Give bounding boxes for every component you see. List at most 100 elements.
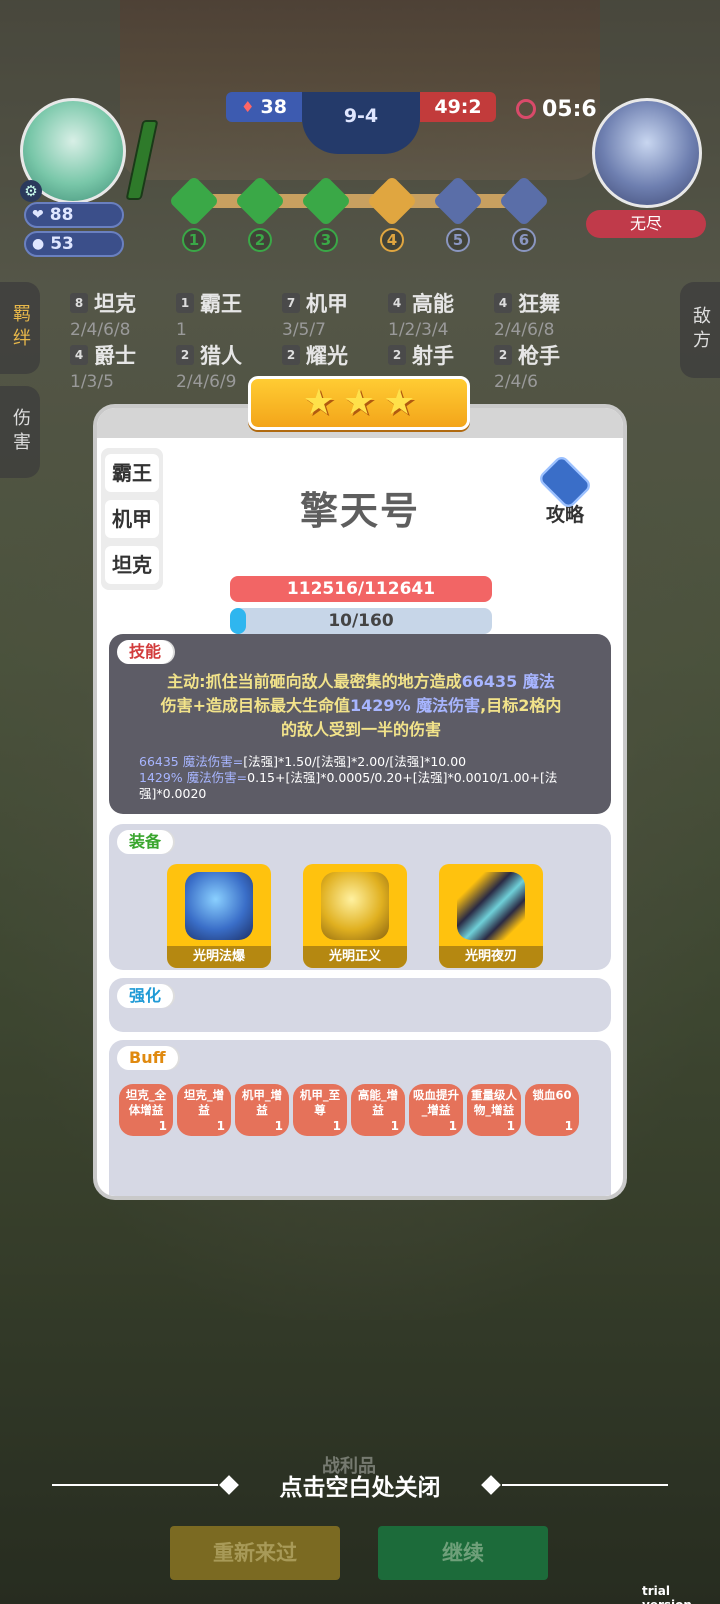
- skill-desc-text: 主动:抓住当前砸向敌人最密集的地方造成: [167, 672, 462, 691]
- buff-chip[interactable]: 坦克_增益 1: [177, 1084, 231, 1136]
- heart-icon: ❤: [32, 207, 44, 223]
- trait-item[interactable]: 1 霸王 1: [176, 288, 242, 340]
- trait-item[interactable]: 2 耀光: [282, 340, 348, 372]
- star-rating: ★ ★ ★: [248, 376, 470, 430]
- trait-levels: 2/4/6/8: [70, 320, 131, 340]
- trait-count: 4: [70, 345, 88, 365]
- guide-button[interactable]: 攻略: [535, 453, 595, 527]
- skill-desc-text: 伤害+造成目标最大生命值: [160, 696, 351, 715]
- trait-name: 机甲: [306, 292, 348, 316]
- trait-item[interactable]: 2 猎人 2/4/6/9: [176, 340, 242, 392]
- trait-count: 2: [176, 345, 194, 365]
- buff-count: 1: [158, 1119, 167, 1133]
- trait-count: 8: [70, 293, 88, 313]
- equipment-item[interactable]: 光明法爆: [167, 864, 271, 968]
- stage-number: 3: [314, 228, 338, 252]
- buff-title: Buff: [117, 1046, 178, 1070]
- trait-count: 4: [494, 293, 512, 313]
- trait-name: 坦克: [94, 292, 136, 316]
- tab-enemy[interactable]: 敌方: [680, 282, 720, 378]
- skill-section: 技能 主动:抓住当前砸向敌人最密集的地方造成66435 魔法 伤害+造成目标最大…: [109, 634, 611, 814]
- buff-count: 1: [332, 1119, 341, 1133]
- round-timer: 05:6: [516, 94, 597, 124]
- buff-label: 益: [372, 1103, 384, 1117]
- buff-count: 1: [564, 1119, 573, 1133]
- player-hp-value: 88: [49, 205, 74, 225]
- buff-label: 坦克_增: [183, 1088, 225, 1102]
- unit-detail-modal: 霸王 机甲 坦克 擎天号 攻略 112516/112641 10/160 技能 …: [93, 404, 627, 1200]
- trait-item[interactable]: 2 射手: [388, 340, 454, 372]
- enhance-section: 强化: [109, 978, 611, 1032]
- buff-label: 机甲_增: [241, 1088, 283, 1102]
- formula-label: 66435 魔法伤害=: [139, 754, 244, 769]
- player-gold-pill: ● 53: [24, 231, 124, 257]
- round-indicator: 9-4: [302, 92, 420, 154]
- buff-label: 益: [198, 1103, 210, 1117]
- equipment-name: 光明夜刃: [439, 946, 543, 968]
- trait-item[interactable]: 4 爵士 1/3/5: [70, 340, 136, 392]
- equipment-name: 光明法爆: [167, 946, 271, 968]
- equipment-item[interactable]: 光明夜刃: [439, 864, 543, 968]
- buff-count: 1: [506, 1119, 515, 1133]
- equipment-section: 装备 光明法爆 光明正义 光明夜刃: [109, 824, 611, 970]
- skill-desc-text: 的敌人受到一半的伤害: [280, 720, 441, 739]
- trait-item[interactable]: 4 高能 1/2/3/4: [388, 288, 454, 340]
- trait-count: 2: [388, 345, 406, 365]
- trait-levels: 1: [176, 320, 187, 340]
- enemy-name-tag: 无尽: [586, 210, 706, 238]
- unit-tag[interactable]: 坦克: [105, 546, 159, 584]
- buff-label: 吸血提升: [413, 1088, 459, 1102]
- buff-count: 1: [216, 1119, 225, 1133]
- trait-levels: 2/4/6/9: [176, 372, 237, 392]
- buff-count: 1: [448, 1119, 457, 1133]
- buff-chip[interactable]: 锁血60 1: [525, 1084, 579, 1136]
- buff-count: 1: [274, 1119, 283, 1133]
- trait-item[interactable]: 2 枪手 2/4/6: [494, 340, 560, 392]
- buff-label: 锁血60: [532, 1088, 572, 1102]
- star-icon: ★: [342, 382, 376, 423]
- buff-chip[interactable]: 吸血提升 _增益 1: [409, 1084, 463, 1136]
- armor-gauntlet-icon: [321, 872, 389, 940]
- equip-title: 装备: [117, 830, 174, 854]
- trial-watermark: trial version: [642, 1584, 692, 1604]
- equipment-item[interactable]: 光明正义: [303, 864, 407, 968]
- formula-text: [法强]*1.50/[法强]*2.00/[法强]*10.00: [243, 754, 467, 769]
- star-icon: ★: [302, 382, 335, 423]
- timer-value: 05:6: [542, 96, 597, 122]
- trait-name: 爵士: [94, 344, 136, 368]
- stage-number: 2: [248, 228, 272, 252]
- tab-damage[interactable]: 伤害: [0, 386, 40, 478]
- buff-count: 1: [390, 1119, 399, 1133]
- buff-chip[interactable]: 高能_增益 1: [351, 1084, 405, 1136]
- trait-name: 耀光: [306, 344, 348, 368]
- coin-icon: ●: [32, 236, 45, 252]
- trait-levels: 2/4/6: [494, 372, 538, 392]
- buff-chip[interactable]: 机甲_至尊 1: [293, 1084, 347, 1136]
- buff-chip[interactable]: 重量级人 物_增益 1: [467, 1084, 521, 1136]
- trait-count: 1: [176, 293, 194, 313]
- trait-name: 霸王: [200, 292, 242, 316]
- trait-name: 狂舞: [518, 292, 560, 316]
- flame-icon: ♦: [241, 98, 255, 116]
- tab-bonds[interactable]: 羁绊: [0, 282, 40, 374]
- skill-formula: 66435 魔法伤害=[法强]*1.50/[法强]*2.00/[法强]*10.0…: [139, 754, 591, 802]
- skill-title: 技能: [117, 640, 174, 664]
- enhance-title: 强化: [117, 984, 174, 1008]
- enemy-avatar[interactable]: [592, 98, 702, 208]
- gauntlet-icon: [185, 872, 253, 940]
- continue-button[interactable]: 继续: [378, 1526, 548, 1580]
- skill-desc-number: 66435 魔法: [461, 672, 555, 691]
- unit-hp-bar: 112516/112641: [230, 576, 492, 602]
- trait-count: 2: [282, 345, 300, 365]
- stage-number: 6: [512, 228, 536, 252]
- blue-score: ♦ 38: [226, 92, 302, 122]
- gear-icon[interactable]: ⚙: [20, 180, 42, 202]
- trait-count: 4: [388, 293, 406, 313]
- buff-chip[interactable]: 机甲_增益 1: [235, 1084, 289, 1136]
- buff-label: 机甲_至: [299, 1088, 341, 1102]
- buff-chip[interactable]: 坦克_全 体增益 1: [119, 1084, 173, 1136]
- trait-item[interactable]: 7 机甲 3/5/7: [282, 288, 348, 340]
- trait-item[interactable]: 4 狂舞 2/4/6/8: [494, 288, 560, 340]
- trait-item[interactable]: 8 坦克 2/4/6/8: [70, 288, 136, 340]
- retry-button[interactable]: 重新来过: [170, 1526, 340, 1580]
